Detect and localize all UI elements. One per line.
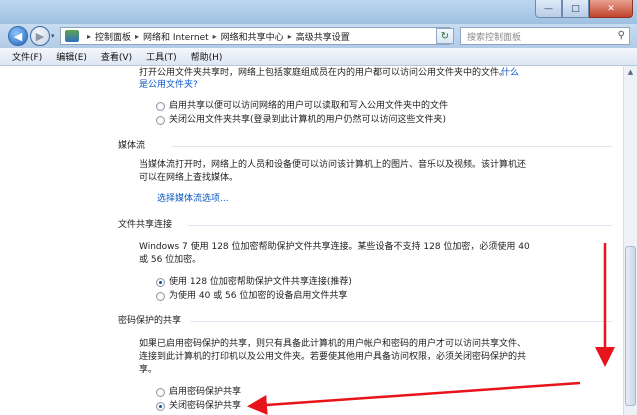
- media-streaming-description-1: 当媒体流打开时，网络上的人员和设备便可以访问该计算机上的图片、音乐以及视频。该计…: [139, 160, 527, 170]
- vertical-scrollbar[interactable]: ▲: [623, 66, 637, 415]
- back-arrow-icon: ◀: [13, 29, 23, 43]
- media-streaming-description-2: 可以在网络上查找媒体。: [139, 173, 239, 183]
- scrollbar-thumb[interactable]: [625, 246, 636, 406]
- section-divider: [188, 225, 612, 226]
- search-input[interactable]: 搜索控制面板 ⚲: [460, 27, 630, 45]
- password-sharing-description-2: 连接到此计算机的打印机以及公用文件夹。若要使其他用户具备访问权限，必须关闭密码保…: [139, 352, 527, 362]
- close-button[interactable]: ✕: [589, 0, 633, 18]
- breadcrumb-separator[interactable]: ▸: [135, 32, 139, 41]
- password-sharing-disable-radio[interactable]: [156, 402, 165, 411]
- scroll-up-icon[interactable]: ▲: [625, 68, 636, 80]
- back-button[interactable]: ◀: [8, 26, 28, 46]
- window-controls: — □ ✕: [535, 0, 633, 18]
- encryption-40-56-label[interactable]: 为使用 40 或 56 位加密的设备启用文件共享: [169, 290, 347, 302]
- encryption-128-radio[interactable]: [156, 278, 165, 287]
- file-sharing-description-1: Windows 7 使用 128 位加密帮助保护文件共享连接。某些设备不支持 1…: [139, 242, 530, 252]
- breadcrumb-control-panel[interactable]: 控制面板: [95, 30, 131, 43]
- recent-pages-dropdown-icon[interactable]: ▾: [51, 32, 55, 40]
- maximize-icon: □: [571, 3, 580, 14]
- media-streaming-options-link[interactable]: 选择媒体流选项...: [157, 193, 229, 205]
- breadcrumb-separator[interactable]: ▸: [288, 32, 292, 41]
- public-folder-enable-radio[interactable]: [156, 102, 165, 111]
- breadcrumb-separator[interactable]: ▸: [213, 32, 217, 41]
- minimize-button[interactable]: —: [535, 0, 562, 18]
- menu-help[interactable]: 帮助(H): [184, 50, 230, 63]
- minimize-icon: —: [544, 3, 553, 14]
- menu-tools[interactable]: 工具(T): [139, 50, 184, 63]
- password-sharing-description-3: 享。: [139, 365, 158, 375]
- menu-edit[interactable]: 编辑(E): [49, 50, 94, 63]
- encryption-128-label[interactable]: 使用 128 位加密帮助保护文件共享连接(推荐): [169, 276, 352, 288]
- breadcrumb-separator: ▸: [87, 31, 92, 41]
- encryption-40-56-radio[interactable]: [156, 292, 165, 301]
- password-sharing-disable-label[interactable]: 关闭密码保护共享: [169, 400, 241, 412]
- file-sharing-heading: 文件共享连接: [118, 220, 173, 230]
- navigation-bar: ◀ ▶ ▾ ▸ 控制面板 ▸ 网络和 Internet ▸ 网络和共享中心 ▸ …: [0, 24, 637, 48]
- what-is-public-folder-link[interactable]: 什么: [501, 67, 519, 79]
- breadcrumb-advanced-sharing[interactable]: 高级共享设置: [296, 30, 350, 43]
- breadcrumb-network-sharing-center[interactable]: 网络和共享中心: [221, 30, 284, 43]
- what-is-public-folder-link-cont[interactable]: 是公用文件夹?: [139, 79, 198, 91]
- address-bar[interactable]: ▸ 控制面板 ▸ 网络和 Internet ▸ 网络和共享中心 ▸ 高级共享设置…: [60, 27, 450, 45]
- menu-file[interactable]: 文件(F): [0, 50, 49, 63]
- close-icon: ✕: [607, 3, 615, 14]
- section-divider: [190, 321, 612, 322]
- maximize-button[interactable]: □: [562, 0, 589, 18]
- password-sharing-heading: 密码保护的共享: [118, 316, 182, 326]
- refresh-button[interactable]: ↻: [436, 28, 454, 44]
- title-bar: — □ ✕: [0, 0, 637, 24]
- forward-arrow-icon: ▶: [35, 29, 45, 43]
- media-streaming-heading: 媒体流: [118, 141, 146, 151]
- forward-button[interactable]: ▶: [30, 26, 50, 46]
- advanced-sharing-settings-panel: 打开公用文件夹共享时，网络上包括家庭组成员在内的用户都可以访问公用文件夹中的文件…: [0, 66, 623, 415]
- control-panel-icon: [65, 30, 79, 42]
- public-folder-disable-radio[interactable]: [156, 116, 165, 125]
- password-sharing-description-1: 如果已启用密码保护的共享，则只有具备此计算机的用户帐户和密码的用户才可以访问共享…: [139, 339, 527, 349]
- file-sharing-description-2: 或 56 位加密。: [139, 255, 202, 265]
- search-placeholder: 搜索控制面板: [467, 32, 522, 43]
- public-folder-disable-label[interactable]: 关闭公用文件夹共享(登录到此计算机的用户仍然可以访问这些文件夹): [169, 114, 446, 126]
- refresh-icon: ↻: [440, 30, 450, 42]
- search-icon[interactable]: ⚲: [618, 30, 625, 41]
- public-folder-description: 打开公用文件夹共享时，网络上包括家庭组成员在内的用户都可以访问公用文件夹中的文件…: [139, 68, 509, 78]
- menu-bar: 文件(F) 编辑(E) 查看(V) 工具(T) 帮助(H): [0, 48, 637, 66]
- password-sharing-enable-radio[interactable]: [156, 388, 165, 397]
- public-folder-enable-label[interactable]: 启用共享以便可以访问网络的用户可以读取和写入公用文件夹中的文件: [169, 100, 448, 112]
- password-sharing-enable-label[interactable]: 启用密码保护共享: [169, 386, 241, 398]
- menu-view[interactable]: 查看(V): [94, 50, 139, 63]
- breadcrumb-network-internet[interactable]: 网络和 Internet: [143, 30, 209, 43]
- section-divider: [172, 146, 612, 147]
